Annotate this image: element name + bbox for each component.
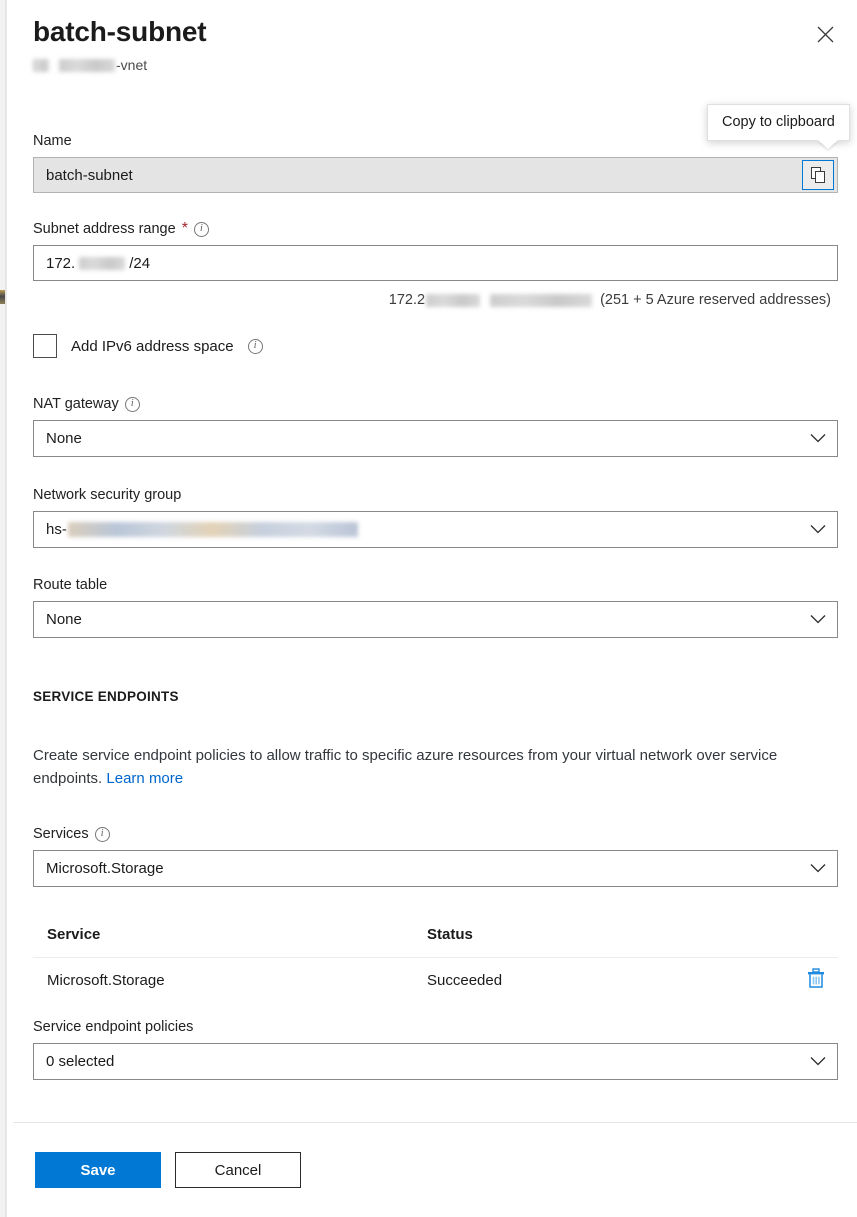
- required-asterisk: *: [182, 222, 188, 236]
- table-row: Microsoft.Storage Succeeded: [33, 958, 838, 989]
- ipv6-checkbox[interactable]: [33, 334, 57, 358]
- cancel-button[interactable]: Cancel: [175, 1152, 301, 1188]
- service-endpoint-policies-group: Service endpoint policies 0 selected: [33, 1017, 838, 1080]
- delete-service-endpoint-button[interactable]: [806, 968, 826, 993]
- subnet-address-range-prefix: 172.: [46, 255, 75, 272]
- redacted-text-block: [33, 59, 49, 72]
- service-endpoint-policies-label: Service endpoint policies: [33, 1017, 838, 1037]
- redacted-text-block: [490, 294, 592, 307]
- learn-more-link[interactable]: Learn more: [106, 770, 183, 787]
- services-value: Microsoft.Storage: [46, 860, 164, 877]
- services-select[interactable]: Microsoft.Storage: [33, 850, 838, 887]
- name-input[interactable]: batch-subnet: [33, 157, 838, 193]
- route-table-select[interactable]: None: [33, 601, 838, 638]
- network-security-group-select[interactable]: hs-: [33, 511, 838, 548]
- nat-gateway-group: NAT gateway i None: [33, 394, 838, 457]
- column-header-service: Service: [47, 926, 427, 943]
- nat-gateway-select[interactable]: None: [33, 420, 838, 457]
- close-button[interactable]: [807, 16, 843, 52]
- service-endpoint-policies-value: 0 selected: [46, 1053, 114, 1070]
- network-security-group-group: Network security group hs-: [33, 485, 838, 548]
- subnet-address-range-input[interactable]: 172. /24: [33, 245, 838, 281]
- chevron-down-icon: [810, 611, 826, 628]
- info-icon[interactable]: i: [95, 827, 110, 842]
- copy-tooltip-text: Copy to clipboard: [722, 114, 835, 130]
- close-icon: [817, 26, 834, 43]
- chevron-down-icon: [810, 860, 826, 877]
- table-header-row: Service Status: [33, 926, 838, 958]
- ipv6-checkbox-label: Add IPv6 address space: [71, 338, 234, 355]
- info-icon[interactable]: i: [194, 222, 209, 237]
- subnet-address-range-helper: 172.2 (251 + 5 Azure reserved addresses): [389, 292, 831, 308]
- route-table-group: Route table None: [33, 575, 838, 638]
- redacted-text-block: [426, 294, 480, 307]
- subnet-address-range-group: Subnet address range * i 172. /24: [33, 219, 838, 281]
- copy-to-clipboard-button[interactable]: [802, 160, 834, 190]
- chevron-down-icon: [810, 1053, 826, 1070]
- panel-subtitle-suffix: -vnet: [116, 57, 147, 73]
- helper-reserved-text: (251 + 5 Azure reserved addresses): [600, 292, 831, 308]
- nat-gateway-label: NAT gateway i: [33, 394, 838, 414]
- tooltip-arrow: [818, 140, 838, 149]
- panel-subtitle: -vnet: [33, 56, 833, 74]
- page-title: batch-subnet: [33, 14, 833, 50]
- redacted-text-block: [59, 59, 115, 72]
- subnet-edit-panel: batch-subnet -vnet Name batch-subnet: [6, 0, 857, 1217]
- cell-service: Microsoft.Storage: [47, 972, 427, 989]
- chevron-down-icon: [810, 521, 826, 538]
- services-group: Services i Microsoft.Storage: [33, 824, 838, 887]
- footer-actions: Save Cancel: [35, 1152, 301, 1188]
- route-table-value: None: [46, 611, 82, 628]
- subnet-address-range-suffix: /24: [129, 255, 150, 272]
- background-page-fragment: [0, 290, 5, 304]
- info-icon[interactable]: i: [248, 339, 263, 354]
- redacted-text-block: [79, 257, 125, 270]
- redacted-text-block: [68, 522, 358, 537]
- service-endpoint-policies-select[interactable]: 0 selected: [33, 1043, 838, 1080]
- service-endpoints-section-title: SERVICE ENDPOINTS: [33, 689, 179, 704]
- copy-icon: [811, 167, 826, 183]
- footer-divider: [13, 1122, 857, 1123]
- network-security-group-label: Network security group: [33, 485, 838, 505]
- info-icon[interactable]: i: [125, 397, 140, 412]
- column-header-status: Status: [427, 926, 838, 943]
- helper-range-prefix: 172.2: [389, 292, 425, 308]
- ipv6-checkbox-row[interactable]: Add IPv6 address space i: [33, 334, 263, 358]
- copy-tooltip: Copy to clipboard: [707, 104, 850, 141]
- services-label: Services i: [33, 824, 838, 844]
- cell-status: Succeeded: [427, 972, 838, 989]
- network-security-group-value: hs-: [46, 521, 67, 538]
- route-table-label: Route table: [33, 575, 838, 595]
- service-endpoints-description: Create service endpoint policies to allo…: [33, 744, 833, 790]
- chevron-down-icon: [810, 430, 826, 447]
- save-button[interactable]: Save: [35, 1152, 161, 1188]
- service-endpoints-table: Service Status Microsoft.Storage Succeed…: [33, 926, 838, 989]
- panel-header: batch-subnet -vnet: [33, 14, 833, 74]
- trash-icon: [806, 968, 826, 989]
- subnet-address-range-label: Subnet address range * i: [33, 219, 838, 239]
- nat-gateway-value: None: [46, 430, 82, 447]
- name-input-value: batch-subnet: [46, 167, 133, 184]
